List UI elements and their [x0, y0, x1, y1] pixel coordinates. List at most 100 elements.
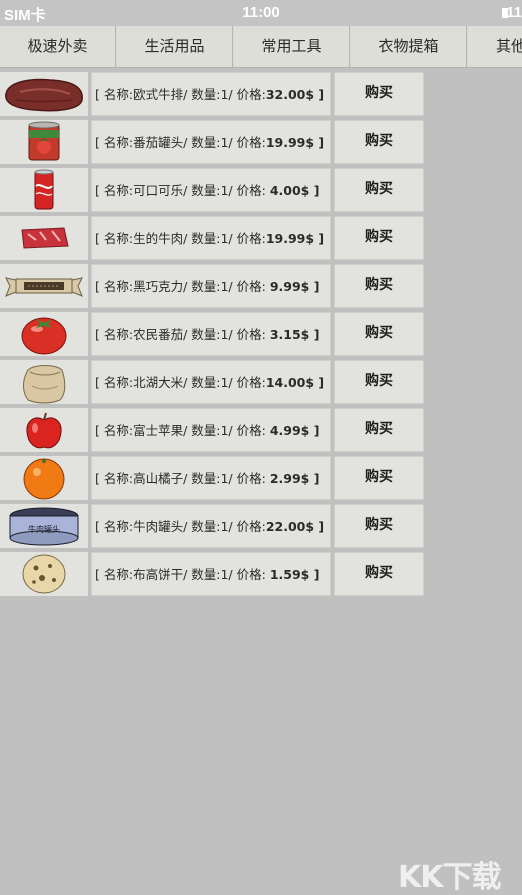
item-price: 19.99$ ]	[265, 135, 325, 150]
item-name-prefix: [ 名称:	[95, 375, 134, 390]
beef-can-icon: 牛肉罐头	[9, 507, 79, 546]
item-name: 欧式牛排	[133, 87, 184, 102]
item-price: 19.99$ ]	[265, 231, 325, 246]
tab-common-tools[interactable]: 常用工具	[234, 26, 350, 67]
status-bar: SIM卡 11:00 11	[0, 0, 522, 26]
item-name: 北湖大米	[133, 375, 184, 390]
battery-icon	[502, 8, 508, 18]
item-quantity: / 数量:1/ 价格:	[183, 279, 270, 294]
rice-sack-icon	[23, 365, 66, 404]
list-item: [ 名称:番茄罐头/ 数量:1/ 价格:19.99$ ] 购买	[0, 120, 430, 165]
item-name-prefix: [ 名称:	[95, 327, 134, 342]
list-item: [ 名称:黑巧克力/ 数量:1/ 价格: 9.99$ ] 购买	[0, 264, 430, 309]
item-thumbnail	[0, 408, 88, 452]
item-info: [ 名称:富士苹果/ 数量:1/ 价格: 4.99$ ]	[91, 408, 331, 452]
item-name: 可口可乐	[133, 183, 184, 198]
item-thumbnail	[0, 312, 88, 356]
item-name: 高山橘子	[133, 471, 184, 486]
tab-daily-goods[interactable]: 生活用品	[117, 26, 233, 67]
tomato-can-icon	[28, 121, 60, 161]
list-item: [ 名称:布高饼干/ 数量:1/ 价格: 1.59$ ] 购买	[0, 552, 430, 597]
buy-button[interactable]: 购买	[334, 264, 424, 308]
buy-button[interactable]: 购买	[334, 456, 424, 500]
item-thumbnail	[0, 216, 88, 260]
item-quantity: / 数量:1/ 价格:	[183, 183, 270, 198]
item-name-prefix: [ 名称:	[95, 87, 134, 102]
item-price: 9.99$ ]	[269, 279, 320, 294]
item-name-prefix: [ 名称:	[95, 231, 134, 246]
buy-button[interactable]: 购买	[334, 312, 424, 356]
item-thumbnail	[0, 360, 88, 404]
item-price: 1.59$ ]	[269, 567, 320, 582]
item-info: [ 名称:生的牛肉/ 数量:1/ 价格:19.99$ ]	[91, 216, 331, 260]
item-price: 22.00$ ]	[265, 519, 325, 534]
biscuit-icon	[22, 554, 66, 594]
raw-beef-icon	[21, 227, 69, 249]
beef-can-label: 牛肉罐头	[28, 524, 60, 534]
buy-button[interactable]: 购买	[334, 552, 424, 596]
item-name-prefix: [ 名称:	[95, 567, 134, 582]
list-item: [ 名称:欧式牛排/ 数量:1/ 价格:32.00$ ] 购买	[0, 72, 430, 117]
item-info: [ 名称:可口可乐/ 数量:1/ 价格: 4.00$ ]	[91, 168, 331, 212]
item-thumbnail	[0, 552, 88, 596]
tomato-icon	[21, 317, 67, 355]
list-item: [ 名称:富士苹果/ 数量:1/ 价格: 4.99$ ] 购买	[0, 408, 430, 453]
category-tabs: 极速外卖 生活用品 常用工具 衣物提箱 其他	[0, 26, 522, 68]
item-quantity: / 数量:1/ 价格:	[183, 471, 270, 486]
item-quantity: / 数量:1/ 价格:	[183, 231, 266, 246]
steak-icon	[5, 78, 83, 112]
buy-button[interactable]: 购买	[334, 360, 424, 404]
item-quantity: / 数量:1/ 价格:	[183, 135, 266, 150]
item-name: 黑巧克力	[133, 279, 184, 294]
item-price: 32.00$ ]	[265, 87, 325, 102]
item-thumbnail	[0, 120, 88, 164]
item-thumbnail	[0, 456, 88, 500]
item-quantity: / 数量:1/ 价格:	[183, 87, 266, 102]
item-price: 4.00$ ]	[269, 183, 320, 198]
list-item: [ 名称:可口可乐/ 数量:1/ 价格: 4.00$ ] 购买	[0, 168, 430, 213]
item-price: 3.15$ ]	[269, 327, 320, 342]
item-info: [ 名称:农民番茄/ 数量:1/ 价格: 3.15$ ]	[91, 312, 331, 356]
buy-button[interactable]: 购买	[334, 72, 424, 116]
item-thumbnail	[0, 72, 88, 116]
list-item: [ 名称:农民番茄/ 数量:1/ 价格: 3.15$ ] 购买	[0, 312, 430, 357]
list-item: [ 名称:生的牛肉/ 数量:1/ 价格:19.99$ ] 购买	[0, 216, 430, 261]
watermark-logo: KK下载	[398, 860, 502, 895]
item-name-prefix: [ 名称:	[95, 183, 134, 198]
item-name-prefix: [ 名称:	[95, 471, 134, 486]
apple-icon	[26, 412, 62, 449]
item-name: 生的牛肉	[133, 231, 184, 246]
buy-button[interactable]: 购买	[334, 120, 424, 164]
buy-button[interactable]: 购买	[334, 408, 424, 452]
cola-can-icon	[34, 169, 54, 210]
status-clock: 11:00	[242, 4, 280, 21]
item-name: 布高饼干	[133, 567, 184, 582]
orange-icon	[23, 458, 65, 500]
item-name-prefix: [ 名称:	[95, 279, 134, 294]
buy-button[interactable]: 购买	[334, 168, 424, 212]
item-info: [ 名称:北湖大米/ 数量:1/ 价格:14.00$ ]	[91, 360, 331, 404]
buy-button[interactable]: 购买	[334, 504, 424, 548]
item-thumbnail	[0, 264, 88, 308]
item-name-prefix: [ 名称:	[95, 519, 134, 534]
item-info: [ 名称:高山橘子/ 数量:1/ 价格: 2.99$ ]	[91, 456, 331, 500]
tab-others[interactable]: 其他	[468, 26, 522, 67]
item-quantity: / 数量:1/ 价格:	[183, 375, 266, 390]
tab-fast-delivery[interactable]: 极速外卖	[0, 26, 116, 67]
item-price: 2.99$ ]	[269, 471, 320, 486]
tab-clothing-boxes[interactable]: 衣物提箱	[351, 26, 467, 67]
item-price: 14.00$ ]	[265, 375, 325, 390]
list-item: [ 名称:高山橘子/ 数量:1/ 价格: 2.99$ ] 购买	[0, 456, 430, 501]
item-thumbnail	[0, 168, 88, 212]
item-name: 番茄罐头	[133, 135, 184, 150]
chocolate-bar-icon	[5, 277, 83, 297]
item-thumbnail: 牛肉罐头	[0, 504, 88, 548]
buy-button[interactable]: 购买	[334, 216, 424, 260]
item-name: 农民番茄	[133, 327, 184, 342]
item-quantity: / 数量:1/ 价格:	[183, 567, 270, 582]
item-name: 富士苹果	[133, 423, 184, 438]
item-info: [ 名称:欧式牛排/ 数量:1/ 价格:32.00$ ]	[91, 72, 331, 116]
item-quantity: / 数量:1/ 价格:	[183, 423, 270, 438]
item-name: 牛肉罐头	[133, 519, 184, 534]
item-name-prefix: [ 名称:	[95, 135, 134, 150]
